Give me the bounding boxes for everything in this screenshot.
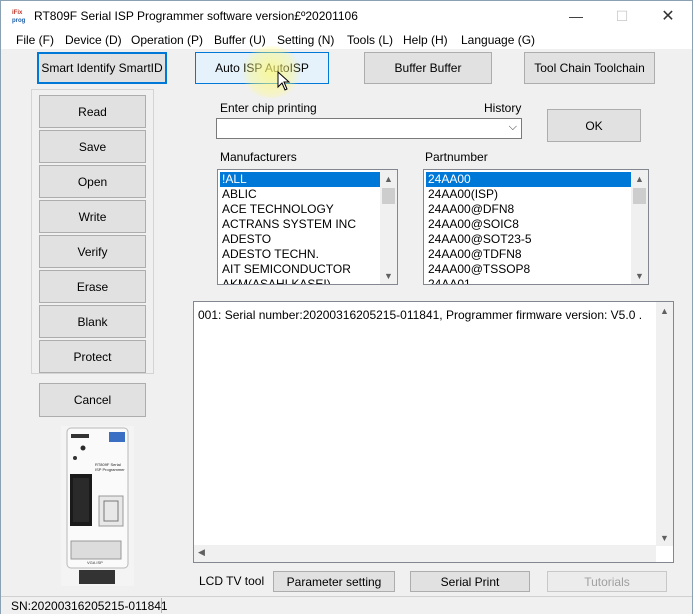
enter-chip-label: Enter chip printing [220,101,317,115]
list-item[interactable]: ADESTO [220,232,271,247]
verify-button[interactable]: Verify [39,235,146,268]
parameter-setting-button[interactable]: Parameter setting [273,571,395,592]
window-title: RT809F Serial ISP Programmer software ve… [34,9,358,23]
save-button[interactable]: Save [39,130,146,163]
list-item[interactable]: 24AA00@TSSOP8 [426,262,530,277]
title-bar: iFix prog RT809F Serial ISP Programmer s… [1,1,692,31]
ok-button[interactable]: OK [547,109,641,142]
scroll-down-icon[interactable]: ▼ [380,267,397,284]
list-item[interactable]: AIT SEMICONDUCTOR [220,262,351,277]
lcd-tv-tool-label[interactable]: LCD TV tool [199,574,264,588]
app-window: iFix prog RT809F Serial ISP Programmer s… [0,0,693,614]
svg-text:iFix: iFix [12,10,23,16]
list-item[interactable]: AKM(ASAHI KASEI) [220,277,331,284]
list-item[interactable]: !ALL [220,172,382,187]
list-item[interactable]: 24AA00 [426,172,631,187]
scroll-thumb[interactable] [382,188,395,204]
open-button[interactable]: Open [39,165,146,198]
device-port-label: VGA ISP [87,560,103,565]
log-horizontal-scrollbar[interactable]: ◀ [194,545,656,562]
chip-printing-combo[interactable]: ⌵ [216,118,522,139]
menu-buffer[interactable]: Buffer (U) [214,33,266,47]
maximize-icon: ☐ [615,7,629,24]
scroll-thumb[interactable] [633,188,646,204]
maximize-button[interactable]: ☐ [599,1,645,31]
menu-file[interactable]: File (F) [16,33,54,47]
menu-setting[interactable]: Setting (N) [277,33,334,47]
menu-operation[interactable]: Operation (P) [131,33,203,47]
list-item[interactable]: 24AA00@TDFN8 [426,247,522,262]
status-divider [161,598,162,613]
list-item[interactable]: ABLIC [220,187,257,202]
manufacturers-label: Manufacturers [220,150,297,164]
list-item[interactable]: ACE TECHNOLOGY [220,202,334,217]
log-line: 001: Serial number:20200316205215-011841… [198,308,643,322]
list-item[interactable]: 24AA00@SOIC8 [426,217,519,232]
list-item[interactable]: 24AA00@SOT23-5 [426,232,532,247]
menu-device[interactable]: Device (D) [65,33,122,47]
blank-button[interactable]: Blank [39,305,146,338]
list-item[interactable]: 24AA00(ISP) [426,187,498,202]
menu-tools[interactable]: Tools (L) [347,33,393,47]
minimize-icon: — [569,8,583,24]
buffer-button[interactable]: Buffer Buffer [364,52,492,84]
list-item[interactable]: ADESTO TECHN. [220,247,319,262]
app-logo-icon: iFix prog [11,7,29,25]
cancel-button[interactable]: Cancel [39,383,146,417]
auto-isp-button[interactable]: Auto ISP AutoISP [195,52,329,84]
minimize-button[interactable]: — [553,1,599,31]
close-button[interactable]: ✕ [645,1,691,31]
list-item[interactable]: 24AA00@DFN8 [426,202,514,217]
read-button[interactable]: Read [39,95,146,128]
menu-language[interactable]: Language (G) [461,33,535,47]
manufacturers-list[interactable]: !ALL ABLIC ACE TECHNOLOGY ACTRANS SYSTEM… [217,169,398,285]
log-vertical-scrollbar[interactable]: ▲ ▼ [656,302,673,546]
history-label: History [484,101,522,115]
smart-identify-button[interactable]: Smart Identify SmartID [37,52,167,84]
toolchain-button[interactable]: Tool Chain Toolchain [524,52,655,84]
serial-print-button[interactable]: Serial Print [410,571,530,592]
partnumber-label: Partnumber [425,150,488,164]
scroll-up-icon[interactable]: ▲ [656,302,673,319]
list-item[interactable]: 24AA01 [426,277,471,284]
list-item[interactable]: ACTRANS SYSTEM INC [220,217,356,232]
close-icon: ✕ [661,8,675,25]
tutorials-button[interactable]: Tutorials [547,571,667,592]
mouse-pointer-icon [277,71,291,91]
write-button[interactable]: Write [39,200,146,233]
scroll-down-icon[interactable]: ▼ [631,267,648,284]
scroll-up-icon[interactable]: ▲ [380,170,397,187]
scroll-up-icon[interactable]: ▲ [631,170,648,187]
device-subtitle-label: ISP Programmer [95,467,125,472]
svg-text:prog: prog [12,18,26,24]
erase-button[interactable]: Erase [39,270,146,303]
scroll-left-icon[interactable]: ◀ [198,547,205,558]
menu-help[interactable]: Help (H) [403,33,448,47]
scroll-down-icon[interactable]: ▼ [656,529,673,546]
menu-bar: File (F) Device (D) Operation (P) Buffer… [1,31,692,49]
protect-button[interactable]: Protect [39,340,146,373]
partnumber-scrollbar[interactable]: ▲ ▼ [631,170,648,284]
chevron-down-icon[interactable]: ⌵ [509,121,517,134]
status-bar: SN:20200316205215-011841 [1,596,692,614]
programmer-device-image: RT809F Serial ISP Programmer VGA ISP [61,426,134,586]
log-output[interactable]: 001: Serial number:20200316205215-011841… [193,301,674,563]
serial-number-status: SN:20200316205215-011841 [11,599,168,613]
partnumber-list[interactable]: 24AA00 24AA00(ISP) 24AA00@DFN8 24AA00@SO… [423,169,649,285]
manufacturers-scrollbar[interactable]: ▲ ▼ [380,170,397,284]
